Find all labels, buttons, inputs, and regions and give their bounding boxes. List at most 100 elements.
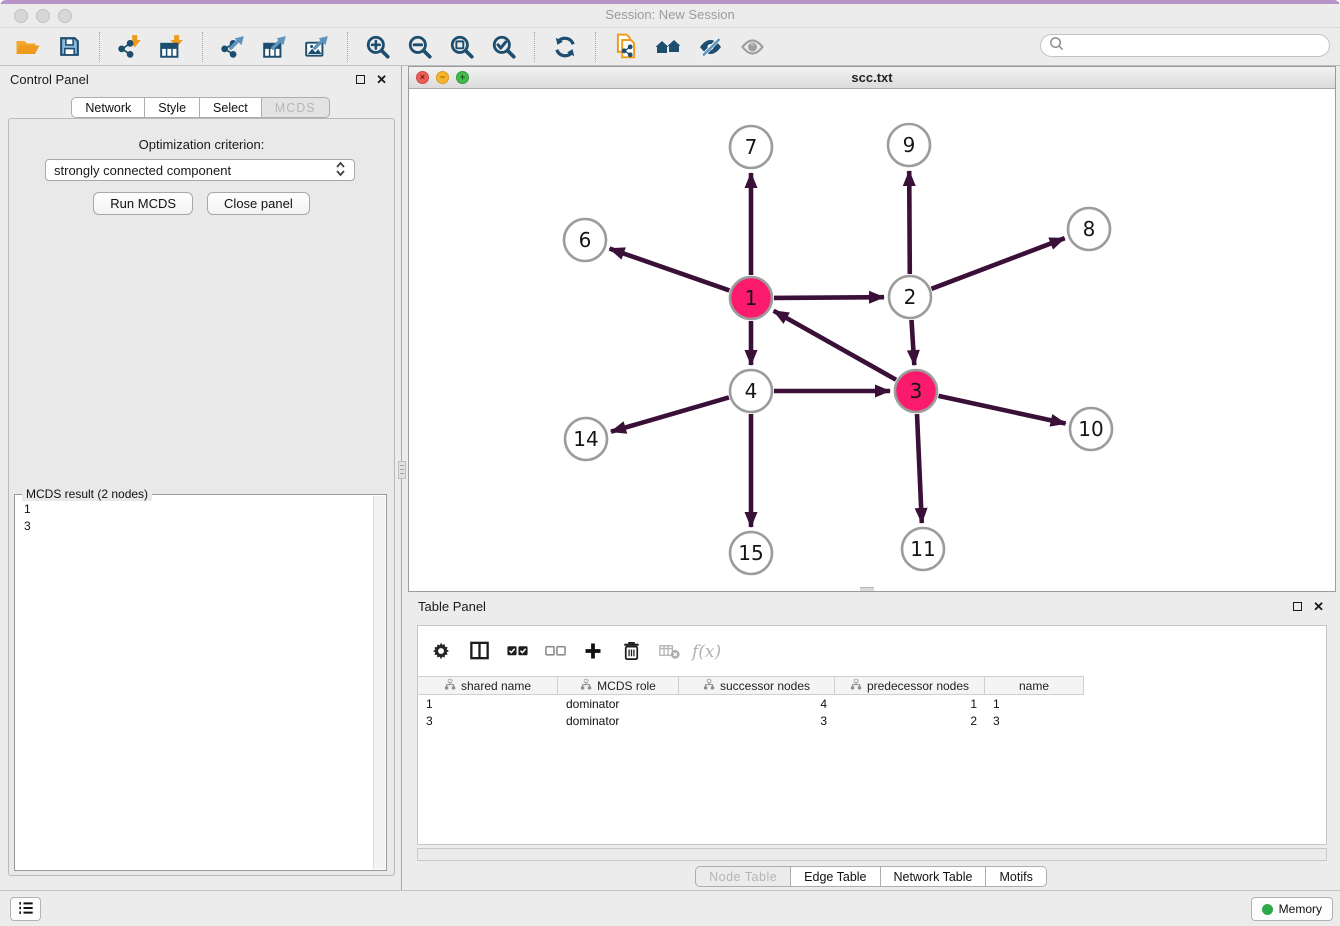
- zoom-fit-button[interactable]: [441, 31, 483, 63]
- table-tab-network-table[interactable]: Network Table: [881, 866, 987, 887]
- edge-3-11[interactable]: [917, 414, 922, 523]
- refresh-icon: [552, 34, 578, 60]
- node-11[interactable]: 11: [902, 528, 944, 570]
- zoom-selected-button[interactable]: [483, 31, 525, 63]
- toolbar-separator: [347, 32, 348, 62]
- table-cell[interactable]: 3: [985, 714, 1084, 728]
- node-14[interactable]: 14: [565, 418, 607, 460]
- column-header-label: successor nodes: [720, 679, 810, 693]
- column-header-successor-nodes[interactable]: successor nodes: [679, 677, 835, 694]
- table-cell[interactable]: 3: [679, 714, 835, 728]
- svg-text:f(x): f(x): [690, 642, 721, 662]
- column-layout-button[interactable]: [462, 637, 496, 667]
- apply-layout-button[interactable]: [544, 31, 586, 63]
- tab-select[interactable]: Select: [200, 97, 262, 118]
- edge-2-9[interactable]: [909, 171, 910, 274]
- edge-2-3[interactable]: [912, 320, 915, 365]
- node-6[interactable]: 6: [564, 219, 606, 261]
- table-cell[interactable]: 4: [679, 697, 835, 711]
- edge-1-6[interactable]: [610, 249, 730, 291]
- node-3[interactable]: 3: [895, 370, 937, 412]
- hide-selected-button[interactable]: [689, 31, 731, 63]
- export-image-button[interactable]: [296, 31, 338, 63]
- column-header-shared-name[interactable]: shared name: [418, 677, 558, 694]
- column-header-predecessor-nodes[interactable]: predecessor nodes: [835, 677, 985, 694]
- function-builder-button: f(x): [690, 637, 724, 667]
- deselect-all-rows-button[interactable]: [538, 637, 572, 667]
- delete-column-button[interactable]: [614, 637, 648, 667]
- table-tab-node-table[interactable]: Node Table: [695, 866, 791, 887]
- table-settings-button[interactable]: [424, 637, 458, 667]
- node-15[interactable]: 15: [730, 532, 772, 574]
- save-session-button[interactable]: [48, 31, 90, 63]
- table-toolbar: f(x): [424, 632, 724, 672]
- close-table-panel-icon[interactable]: ✕: [1313, 600, 1324, 613]
- zoom-out-button[interactable]: [399, 31, 441, 63]
- table-cell[interactable]: 1: [835, 697, 985, 711]
- tab-network[interactable]: Network: [71, 97, 145, 118]
- zoom-in-button[interactable]: [357, 31, 399, 63]
- float-table-panel-icon[interactable]: [1293, 602, 1302, 611]
- tab-mcds[interactable]: MCDS: [262, 97, 330, 118]
- horizontal-splitter-handle[interactable]: [860, 587, 874, 591]
- network-canvas[interactable]: 7 9 6 8 1 2 4 3 14 10 15 11: [409, 89, 1335, 591]
- window-titlebar: Session: New Session: [0, 4, 1340, 28]
- table-cell[interactable]: dominator: [558, 714, 679, 728]
- import-network-button[interactable]: [109, 31, 151, 63]
- toolbar-separator: [202, 32, 203, 62]
- vertical-splitter-handle[interactable]: [398, 461, 406, 479]
- memory-button[interactable]: Memory: [1251, 897, 1333, 921]
- node-label: 4: [745, 379, 758, 403]
- table-cell[interactable]: 1: [985, 697, 1084, 711]
- select-all-rows-button[interactable]: [500, 637, 534, 667]
- table-cell[interactable]: 1: [418, 697, 558, 711]
- node-2[interactable]: 2: [889, 276, 931, 318]
- export-network-button[interactable]: [212, 31, 254, 63]
- list-icon: [16, 898, 36, 921]
- table-cell[interactable]: 2: [835, 714, 985, 728]
- column-header-label: predecessor nodes: [867, 679, 969, 693]
- table-horizontal-scrollbar[interactable]: [417, 848, 1327, 861]
- column-header-mcds-role[interactable]: MCDS role: [558, 677, 679, 694]
- table-tabs: Node TableEdge TableNetwork TableMotifs: [402, 866, 1340, 887]
- node-1[interactable]: 1: [730, 277, 772, 319]
- node-7[interactable]: 7: [730, 126, 772, 168]
- table-tab-edge-table[interactable]: Edge Table: [791, 866, 880, 887]
- node-4[interactable]: 4: [730, 370, 772, 412]
- node-label: 8: [1083, 217, 1096, 241]
- function-icon: f(x): [690, 639, 724, 666]
- table-cell[interactable]: dominator: [558, 697, 679, 711]
- search-input[interactable]: [1065, 38, 1322, 54]
- task-history-button[interactable]: [10, 897, 41, 921]
- edge-2-8[interactable]: [932, 238, 1065, 289]
- table-row[interactable]: 1dominator411: [418, 695, 1326, 712]
- node-10[interactable]: 10: [1070, 408, 1112, 450]
- close-panel-icon[interactable]: ✕: [376, 73, 387, 86]
- open-session-button[interactable]: [6, 31, 48, 63]
- edge-3-1[interactable]: [774, 311, 896, 380]
- edge-1-2[interactable]: [774, 297, 884, 298]
- clone-network-button[interactable]: [605, 31, 647, 63]
- export-table-button[interactable]: [254, 31, 296, 63]
- add-column-button[interactable]: [576, 637, 610, 667]
- table-cell[interactable]: 3: [418, 714, 558, 728]
- import-table-button[interactable]: [151, 31, 193, 63]
- node-8[interactable]: 8: [1068, 208, 1110, 250]
- tab-style[interactable]: Style: [145, 97, 200, 118]
- search-field[interactable]: [1040, 34, 1330, 57]
- edge-3-10[interactable]: [939, 396, 1066, 424]
- optimization-select[interactable]: strongly connected component: [45, 159, 355, 181]
- close-panel-button[interactable]: Close panel: [207, 192, 310, 215]
- node-9[interactable]: 9: [888, 124, 930, 166]
- table-row[interactable]: 3dominator323: [418, 712, 1326, 729]
- edge-4-14[interactable]: [611, 397, 729, 431]
- run-mcds-button[interactable]: Run MCDS: [93, 192, 193, 215]
- mcds-result-box: MCDS result (2 nodes) 13: [14, 494, 387, 871]
- column-header-name[interactable]: name: [985, 677, 1084, 694]
- mcds-result-node: 3: [24, 518, 371, 535]
- result-scrollbar[interactable]: [373, 496, 385, 869]
- float-panel-icon[interactable]: [356, 75, 365, 84]
- node-label: 9: [903, 133, 916, 157]
- show-all-networks-button[interactable]: [647, 31, 689, 63]
- table-tab-motifs[interactable]: Motifs: [986, 866, 1046, 887]
